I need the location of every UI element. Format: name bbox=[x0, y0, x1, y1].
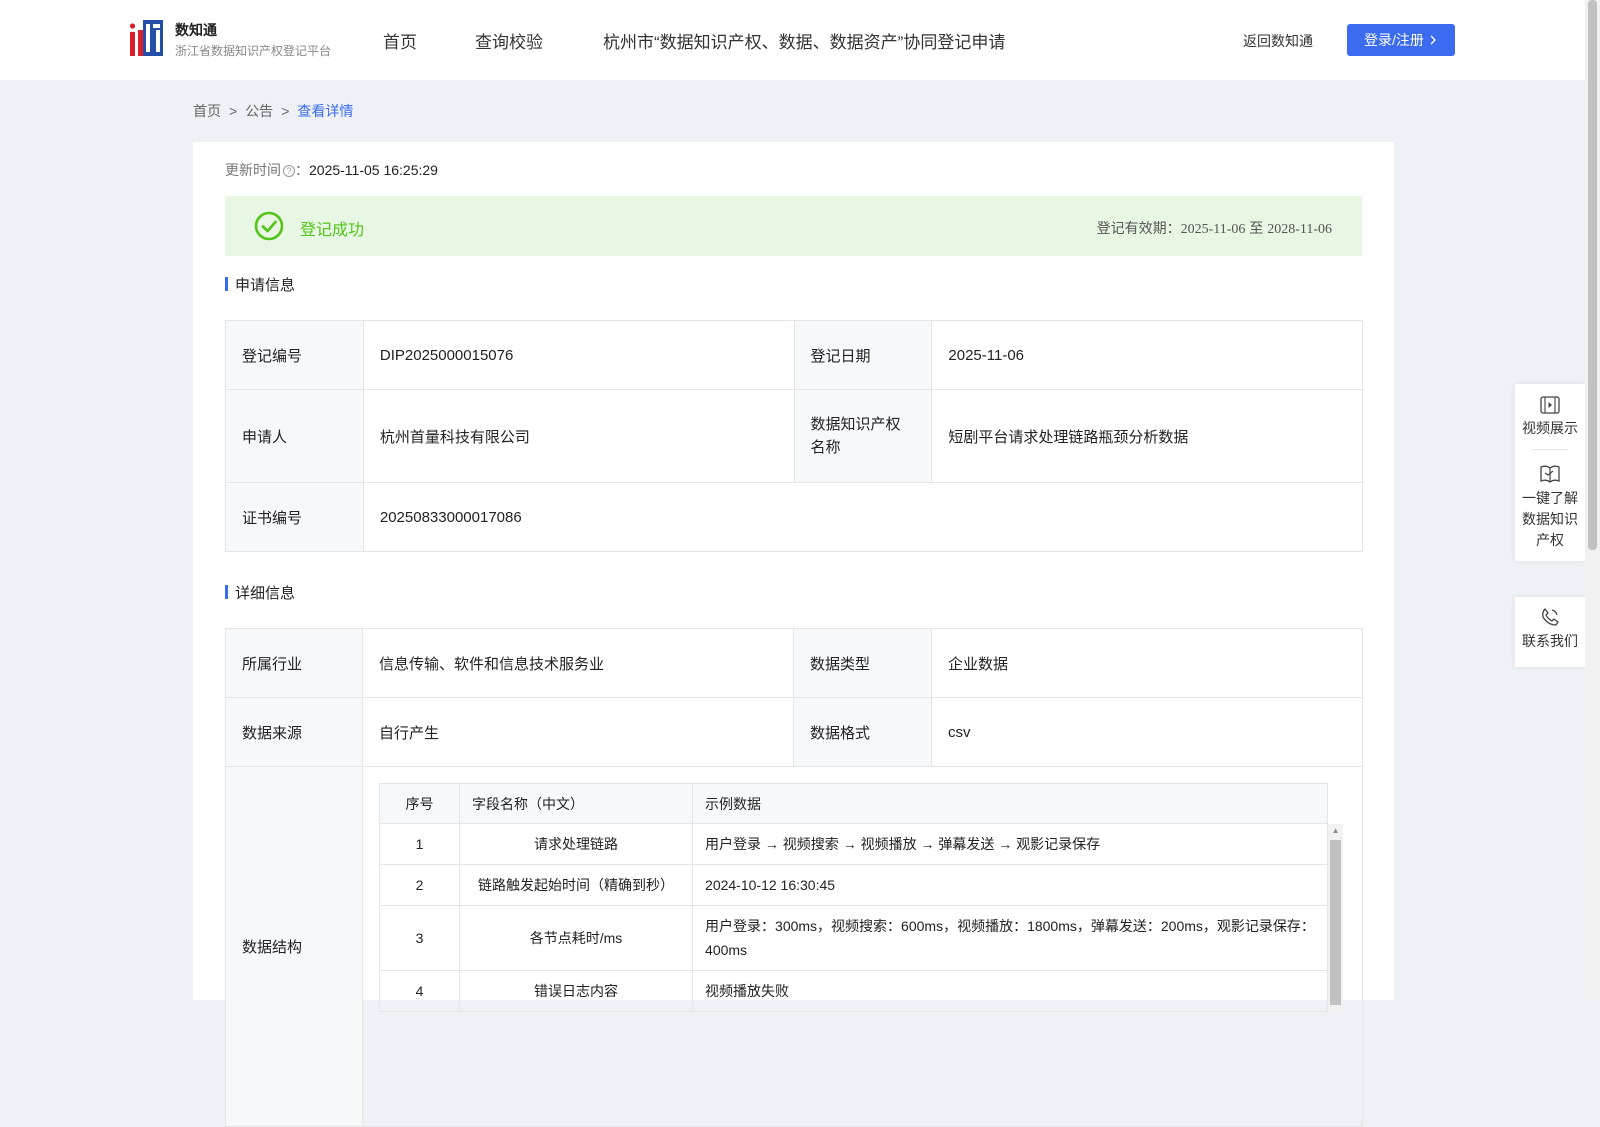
login-register-label: 登录/注册 bbox=[1364, 32, 1424, 48]
detail-info-table: 所属行业 信息传输、软件和信息技术服务业 数据类型 企业数据 数据来源 自行产生… bbox=[224, 628, 1363, 1127]
industry-label: 所属行业 bbox=[224, 628, 364, 698]
page-scrollbar[interactable] bbox=[1585, 0, 1600, 1000]
ip-name-label: 数据知识产权名称 bbox=[793, 389, 933, 483]
learn-ip-button[interactable]: 一键了解数据知识产权 bbox=[1515, 450, 1585, 561]
table-row: 数据来源 自行产生 数据格式 csv bbox=[224, 697, 1363, 767]
check-circle-icon bbox=[254, 211, 284, 241]
brand-name: 数知通 bbox=[175, 22, 217, 38]
contact-us-label: 联系我们 bbox=[1522, 633, 1578, 649]
fields-header-name: 字段名称（中文） bbox=[459, 783, 694, 824]
ip-name-value: 短剧平台请求处理链路瓶颈分析数据 bbox=[931, 389, 1363, 483]
update-time-label: 更新时间 bbox=[225, 162, 281, 178]
scroll-up-arrow-icon[interactable]: ▲ bbox=[1328, 824, 1343, 838]
back-to-shuzhitong-link[interactable]: 返回数知通 bbox=[1243, 31, 1313, 51]
applicant-value: 杭州首量科技有限公司 bbox=[362, 389, 795, 483]
status-text: 登记成功 bbox=[300, 222, 365, 239]
cert-no-label: 证书编号 bbox=[225, 482, 364, 552]
structure-label: 数据结构 bbox=[224, 766, 364, 1127]
video-showcase-button[interactable]: 视频展示 bbox=[1515, 384, 1585, 449]
login-register-button[interactable]: 登录/注册 bbox=[1347, 24, 1455, 56]
breadcrumb-separator: > bbox=[229, 103, 238, 119]
reg-date-value: 2025-11-06 bbox=[931, 320, 1363, 390]
nav-query-verify[interactable]: 查询校验 bbox=[475, 28, 543, 53]
fields-table-container[interactable]: 序号 字段名称（中文） 示例数据 1 请求处理链路 用户登录 → 视频搜索 → … bbox=[379, 783, 1344, 1013]
validity-label: 登记有效期： bbox=[1096, 220, 1181, 236]
source-value: 自行产生 bbox=[362, 697, 795, 767]
breadcrumb-home[interactable]: 首页 bbox=[193, 103, 221, 119]
section-title-detail: 详细信息 bbox=[225, 582, 295, 603]
fields-header-row: 序号 字段名称（中文） 示例数据 bbox=[379, 783, 1329, 824]
validity-period: 登记有效期：2025-11-06 至 2028-11-06 bbox=[1097, 218, 1332, 238]
industry-value: 信息传输、软件和信息技术服务业 bbox=[362, 628, 795, 698]
table-row: 3 各节点耗时/ms 用户登录：300ms，视频搜索：600ms，视频播放：18… bbox=[379, 905, 1329, 971]
validity-end: 2028-11-06 bbox=[1267, 222, 1332, 237]
fields-header-sample: 示例数据 bbox=[692, 783, 1329, 824]
field-sample: 视频播放失败 bbox=[692, 970, 1329, 1012]
question-circle-icon[interactable]: ? bbox=[283, 165, 295, 178]
contact-us-button[interactable]: 联系我们 bbox=[1515, 597, 1585, 667]
field-name: 链路触发起始时间（精确到秒） bbox=[459, 864, 694, 906]
reg-no-value: DIP2025000015076 bbox=[362, 320, 795, 390]
field-name: 请求处理链路 bbox=[459, 823, 694, 865]
format-label: 数据格式 bbox=[793, 697, 932, 767]
fields-header-no: 序号 bbox=[379, 783, 461, 824]
table-row: 登记编号 DIP2025000015076 登记日期 2025-11-06 bbox=[225, 320, 1363, 390]
structure-value-cell: 序号 字段名称（中文） 示例数据 1 请求处理链路 用户登录 → 视频搜索 → … bbox=[362, 766, 1363, 1127]
nav-home[interactable]: 首页 bbox=[383, 28, 417, 53]
brand-subtitle: 浙江省数据知识产权登记平台 bbox=[175, 44, 332, 58]
apply-info-table: 登记编号 DIP2025000015076 登记日期 2025-11-06 申请… bbox=[225, 320, 1364, 552]
side-floating-panel: 视频展示 一键了解数据知识产权 bbox=[1515, 384, 1585, 561]
page-scrollbar-thumb[interactable] bbox=[1588, 0, 1597, 550]
validity-to: 至 bbox=[1249, 220, 1264, 236]
validity-start: 2025-11-06 bbox=[1180, 222, 1246, 237]
field-no: 3 bbox=[379, 905, 461, 971]
field-no: 2 bbox=[379, 864, 461, 906]
format-value: csv bbox=[931, 697, 1363, 767]
update-time-row: 更新时间? ：2025-11-05 16:25:29 bbox=[225, 160, 438, 180]
table-row: 所属行业 信息传输、软件和信息技术服务业 数据类型 企业数据 bbox=[224, 628, 1363, 698]
field-sample: 2024-10-12 16:30:45 bbox=[692, 864, 1329, 906]
fields-table: 序号 字段名称（中文） 示例数据 1 请求处理链路 用户登录 → 视频搜索 → … bbox=[379, 783, 1329, 1012]
section-title-apply: 申请信息 bbox=[225, 274, 295, 295]
table-row: 证书编号 20250833000017086 bbox=[225, 482, 1364, 552]
brand-logo-icon[interactable] bbox=[130, 20, 166, 58]
video-film-icon bbox=[1540, 396, 1560, 414]
table-row: 1 请求处理链路 用户登录 → 视频搜索 → 视频播放 → 弹幕发送 → 观影记… bbox=[379, 823, 1329, 865]
reg-no-label: 登记编号 bbox=[225, 320, 364, 390]
data-type-label: 数据类型 bbox=[793, 628, 932, 698]
breadcrumb-current: 查看详情 bbox=[297, 103, 354, 119]
chevron-right-icon bbox=[1430, 35, 1436, 45]
registration-status-bar: 登记成功 登记有效期：2025-11-06 至 2028-11-06 bbox=[225, 196, 1362, 256]
table-row: 申请人 杭州首量科技有限公司 数据知识产权名称 短剧平台请求处理链路瓶颈分析数据 bbox=[225, 389, 1363, 483]
detail-card: 更新时间? ：2025-11-05 16:25:29 登记成功 登记有效期：202… bbox=[193, 142, 1394, 1127]
fields-scrollbar-thumb[interactable] bbox=[1330, 840, 1342, 1005]
field-no: 1 bbox=[379, 823, 461, 865]
update-time-colon: ： bbox=[295, 162, 309, 178]
reg-date-label: 登记日期 bbox=[793, 320, 933, 390]
breadcrumb-notice[interactable]: 公告 bbox=[245, 103, 273, 119]
field-sample: 用户登录：300ms，视频搜索：600ms，视频播放：1800ms，弹幕发送：2… bbox=[692, 905, 1329, 971]
table-row: 2 链路触发起始时间（精确到秒） 2024-10-12 16:30:45 bbox=[379, 864, 1329, 906]
learn-ip-label: 一键了解数据知识产权 bbox=[1522, 490, 1578, 548]
field-name: 各节点耗时/ms bbox=[459, 905, 694, 971]
update-time-value: 2025-11-05 16:25:29 bbox=[309, 162, 438, 178]
video-showcase-label: 视频展示 bbox=[1522, 420, 1578, 436]
source-label: 数据来源 bbox=[224, 697, 364, 767]
book-icon bbox=[1540, 465, 1560, 483]
field-sample: 用户登录 → 视频搜索 → 视频播放 → 弹幕发送 → 观影记录保存 bbox=[692, 823, 1329, 865]
top-header: 数知通 浙江省数据知识产权登记平台 首页 查询校验 杭州市“数据知识产权、数据、… bbox=[0, 0, 1585, 80]
field-name: 错误日志内容 bbox=[459, 970, 694, 1012]
applicant-label: 申请人 bbox=[225, 389, 364, 483]
table-row: 数据结构 序号 字段名称（中文） 示例数据 1 请求处理链路 用户登录 → 视频… bbox=[224, 766, 1363, 1127]
fields-table-scrollbar[interactable]: ▲ bbox=[1328, 824, 1344, 1013]
data-type-value: 企业数据 bbox=[931, 628, 1363, 698]
nav-hangzhou-registration[interactable]: 杭州市“数据知识产权、数据、数据资产”协同登记申请 bbox=[603, 28, 1005, 53]
cert-no-value: 20250833000017086 bbox=[362, 482, 1364, 552]
breadcrumb-separator: > bbox=[281, 103, 290, 119]
field-no: 4 bbox=[379, 970, 461, 1012]
phone-icon bbox=[1542, 608, 1559, 626]
table-row: 4 错误日志内容 视频播放失败 bbox=[379, 970, 1329, 1012]
breadcrumb: 首页 > 公告 > 查看详情 bbox=[193, 101, 353, 121]
